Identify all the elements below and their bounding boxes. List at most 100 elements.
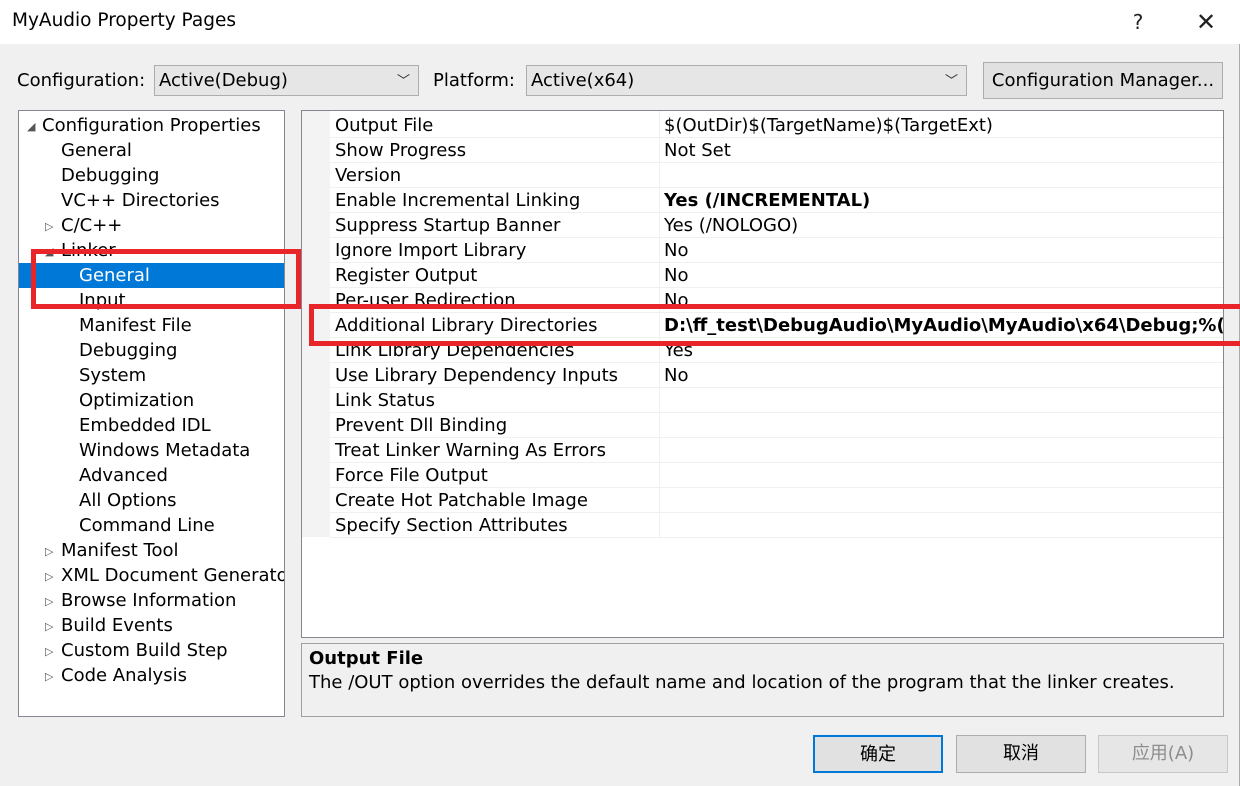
- highlight-box-linker-general: [31, 249, 301, 309]
- property-value[interactable]: No: [664, 265, 688, 286]
- property-grid[interactable]: Output File $(OutDir)$(TargetName)$(Targ…: [301, 110, 1224, 638]
- property-row-register-output[interactable]: Register Output No: [330, 263, 1223, 288]
- tree-item-linker-debugging[interactable]: Debugging: [79, 338, 177, 363]
- collapsed-icon[interactable]: ▷: [45, 214, 53, 239]
- property-row-use-library-dependency-inputs[interactable]: Use Library Dependency Inputs No: [330, 363, 1223, 388]
- ok-button[interactable]: 确定: [813, 735, 943, 773]
- property-row-ignore-import-library[interactable]: Ignore Import Library No: [330, 238, 1223, 263]
- property-name: Treat Linker Warning As Errors: [335, 440, 607, 461]
- collapsed-icon[interactable]: ▷: [45, 589, 53, 614]
- property-row-incremental-linking[interactable]: Enable Incremental Linking Yes (/INCREME…: [330, 188, 1223, 213]
- tree-item-label: Manifest File: [79, 315, 192, 336]
- tree-item-code-analysis[interactable]: ▷ Code Analysis: [19, 663, 284, 688]
- help-icon[interactable]: ?: [1118, 6, 1158, 38]
- property-name: Specify Section Attributes: [335, 515, 568, 536]
- collapsed-icon[interactable]: ▷: [45, 639, 53, 664]
- tree-item-vc-directories[interactable]: VC++ Directories: [61, 188, 220, 213]
- chevron-down-icon: ﹀: [944, 74, 958, 89]
- property-row-output-file[interactable]: Output File $(OutDir)$(TargetName)$(Targ…: [330, 113, 1223, 138]
- collapsed-icon[interactable]: ▷: [45, 614, 53, 639]
- expanded-icon[interactable]: ◢: [27, 114, 35, 139]
- configuration-label: Configuration:: [17, 70, 146, 91]
- platform-select[interactable]: Active(x64) ﹀: [526, 65, 967, 96]
- property-row-link-status[interactable]: Link Status: [330, 388, 1223, 413]
- tree-item-label: Code Analysis: [61, 665, 187, 686]
- property-name: Output File: [335, 115, 434, 136]
- tree-item-all-options[interactable]: All Options: [79, 488, 177, 513]
- category-tree[interactable]: ◢ Configuration Properties General Debug…: [18, 110, 285, 717]
- property-row-create-hot-patchable-image[interactable]: Create Hot Patchable Image: [330, 488, 1223, 513]
- tree-item-label: Optimization: [79, 390, 195, 411]
- tree-item-xml-document-generator[interactable]: ▷ XML Document Generator: [19, 563, 284, 588]
- tree-item-configuration-properties[interactable]: ◢ Configuration Properties: [19, 113, 284, 138]
- property-name: Prevent Dll Binding: [335, 415, 508, 436]
- configuration-manager-label: Configuration Manager...: [991, 70, 1215, 91]
- tree-item-label: Embedded IDL: [79, 415, 211, 436]
- tree-item-system[interactable]: System: [79, 363, 146, 388]
- tree-item-command-line[interactable]: Command Line: [79, 513, 215, 538]
- tree-item-debugging[interactable]: Debugging: [61, 163, 159, 188]
- tree-item-cpp[interactable]: ▷ C/C++: [19, 213, 284, 238]
- apply-button[interactable]: 应用(A): [1098, 735, 1228, 773]
- collapsed-icon[interactable]: ▷: [45, 539, 53, 564]
- collapsed-icon[interactable]: ▷: [45, 664, 53, 689]
- configuration-manager-button[interactable]: Configuration Manager...: [983, 62, 1223, 99]
- property-name: Enable Incremental Linking: [335, 190, 581, 211]
- configuration-value: Active(Debug): [159, 70, 288, 91]
- property-row-treat-linker-warning-as-errors[interactable]: Treat Linker Warning As Errors: [330, 438, 1223, 463]
- property-value[interactable]: No: [664, 240, 688, 261]
- property-row-specify-section-attributes[interactable]: Specify Section Attributes: [330, 513, 1223, 538]
- tree-item-label: XML Document Generator: [61, 565, 285, 586]
- tree-item-label: Manifest Tool: [61, 540, 179, 561]
- property-row-version[interactable]: Version: [330, 163, 1223, 188]
- property-value[interactable]: Not Set: [664, 140, 731, 161]
- property-value[interactable]: $(OutDir)$(TargetName)$(TargetExt): [664, 115, 993, 136]
- description-panel: Output File The /OUT option overrides th…: [301, 643, 1224, 717]
- tree-item-general[interactable]: General: [61, 138, 132, 163]
- close-icon[interactable]: ✕: [1186, 6, 1226, 38]
- chevron-down-icon: ﹀: [396, 74, 410, 89]
- property-name: Link Status: [335, 390, 435, 411]
- tree-item-label: System: [79, 365, 147, 386]
- tree-item-build-events[interactable]: ▷ Build Events: [19, 613, 284, 638]
- description-title: Output File: [309, 648, 424, 669]
- collapsed-icon[interactable]: ▷: [45, 564, 53, 589]
- property-pages-dialog: MyAudio Property Pages ? ✕ Configuration…: [0, 0, 1240, 786]
- property-name: Ignore Import Library: [335, 240, 527, 261]
- property-value[interactable]: Yes (/NOLOGO): [664, 215, 798, 236]
- configuration-select[interactable]: Active(Debug) ﹀: [154, 65, 419, 96]
- property-value[interactable]: No: [664, 365, 688, 386]
- tree-item-browse-information[interactable]: ▷ Browse Information: [19, 588, 284, 613]
- tree-item-label: C/C++: [61, 215, 123, 236]
- title-bar: MyAudio Property Pages ? ✕: [0, 0, 1240, 44]
- tree-item-custom-build-step[interactable]: ▷ Custom Build Step: [19, 638, 284, 663]
- tree-item-advanced[interactable]: Advanced: [79, 463, 168, 488]
- tree-item-manifest-tool[interactable]: ▷ Manifest Tool: [19, 538, 284, 563]
- property-row-force-file-output[interactable]: Force File Output: [330, 463, 1223, 488]
- tree-item-label: Command Line: [79, 515, 215, 536]
- window-title: MyAudio Property Pages: [12, 10, 236, 31]
- property-row-prevent-dll-binding[interactable]: Prevent Dll Binding: [330, 413, 1223, 438]
- property-name: Register Output: [335, 265, 478, 286]
- tree-item-label: Windows Metadata: [79, 440, 251, 461]
- property-value[interactable]: Yes (/INCREMENTAL): [664, 190, 870, 211]
- tree-item-optimization[interactable]: Optimization: [79, 388, 194, 413]
- property-name: Use Library Dependency Inputs: [335, 365, 619, 386]
- cancel-button[interactable]: 取消: [956, 735, 1086, 773]
- tree-item-label: Debugging: [79, 340, 178, 361]
- property-row-suppress-startup-banner[interactable]: Suppress Startup Banner Yes (/NOLOGO): [330, 213, 1223, 238]
- tree-item-manifest-file[interactable]: Manifest File: [79, 313, 192, 338]
- tree-item-label: Advanced: [79, 465, 168, 486]
- tree-item-label: All Options: [79, 490, 177, 511]
- tree-item-label: Build Events: [61, 615, 173, 636]
- tree-item-label: Custom Build Step: [61, 640, 228, 661]
- property-name: Show Progress: [335, 140, 467, 161]
- tree-item-label: General: [61, 140, 132, 161]
- property-row-show-progress[interactable]: Show Progress Not Set: [330, 138, 1223, 163]
- highlight-box-additional-library-directories: [309, 304, 1240, 346]
- tree-item-embedded-idl[interactable]: Embedded IDL: [79, 413, 211, 438]
- tree-item-windows-metadata[interactable]: Windows Metadata: [79, 438, 250, 463]
- property-name: Suppress Startup Banner: [335, 215, 561, 236]
- tree-item-label: Configuration Properties: [42, 115, 261, 136]
- ok-label: 确定: [860, 744, 896, 765]
